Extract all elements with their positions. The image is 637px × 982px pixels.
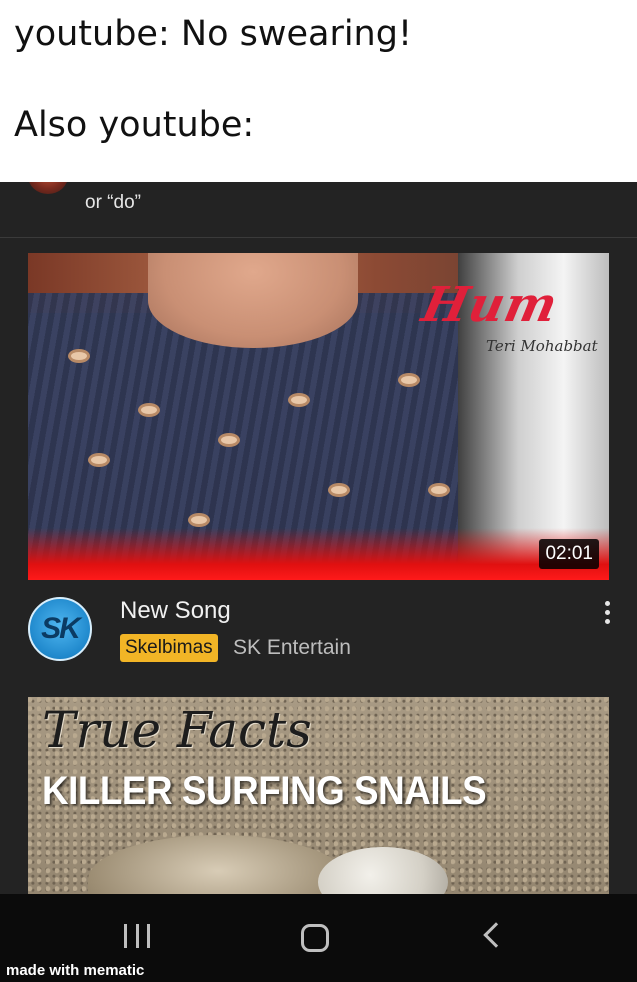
thumbnail-red-band [28, 528, 609, 580]
shirt-dot [218, 433, 240, 447]
home-icon[interactable] [301, 924, 329, 952]
video-title[interactable]: New Song [120, 597, 231, 625]
duration-badge: 02:01 [539, 539, 599, 569]
thumbnail-subtitle: Teri Mohabbat [486, 337, 598, 355]
thumbnail-skin [148, 253, 358, 348]
shirt-dot [138, 403, 160, 417]
commenter-avatar[interactable] [28, 182, 68, 194]
comment-text: or “do” [85, 192, 141, 213]
more-options-icon[interactable] [597, 601, 617, 627]
channel-avatar-text: SK [41, 612, 81, 645]
comment-row[interactable]: or “do” [0, 182, 637, 238]
thumbnail-shell [318, 847, 448, 894]
video-thumbnail-2[interactable]: True Facts KILLER SURFING SNAILS [28, 697, 609, 894]
caption-line-1: youtube: No swearing! [14, 14, 412, 54]
caption-line-2: Also youtube: [14, 105, 255, 145]
shirt-dot [328, 483, 350, 497]
shirt-dot [88, 453, 110, 467]
channel-avatar[interactable]: SK [28, 597, 92, 661]
channel-badge: Skelbimas [120, 634, 218, 662]
shirt-dot [288, 393, 310, 407]
recent-apps-icon[interactable] [124, 924, 150, 950]
shirt-dot [428, 483, 450, 497]
watermark: made with mematic [6, 962, 145, 979]
channel-name[interactable]: SK Entertain [233, 636, 351, 660]
shirt-dot [188, 513, 210, 527]
android-nav-bar: made with mematic [0, 894, 637, 982]
video-meta: SK New Song Skelbimas SK Entertain [0, 587, 637, 667]
thumbnail-headline: KILLER SURFING SNAILS [42, 769, 487, 813]
video-thumbnail[interactable]: Hum Teri Mohabbat 02:01 [28, 253, 609, 580]
youtube-screen: or “do” Hum Teri Mohabbat 02:01 SK New S… [0, 182, 637, 894]
shirt-dot [398, 373, 420, 387]
thumbnail-title: Hum [417, 277, 563, 333]
back-icon[interactable] [483, 922, 509, 948]
thumbnail-snail [88, 835, 348, 894]
thumbnail-script-title: True Facts [42, 701, 312, 759]
shirt-dot [68, 349, 90, 363]
meme-caption: youtube: No swearing! Also youtube: [0, 0, 637, 182]
